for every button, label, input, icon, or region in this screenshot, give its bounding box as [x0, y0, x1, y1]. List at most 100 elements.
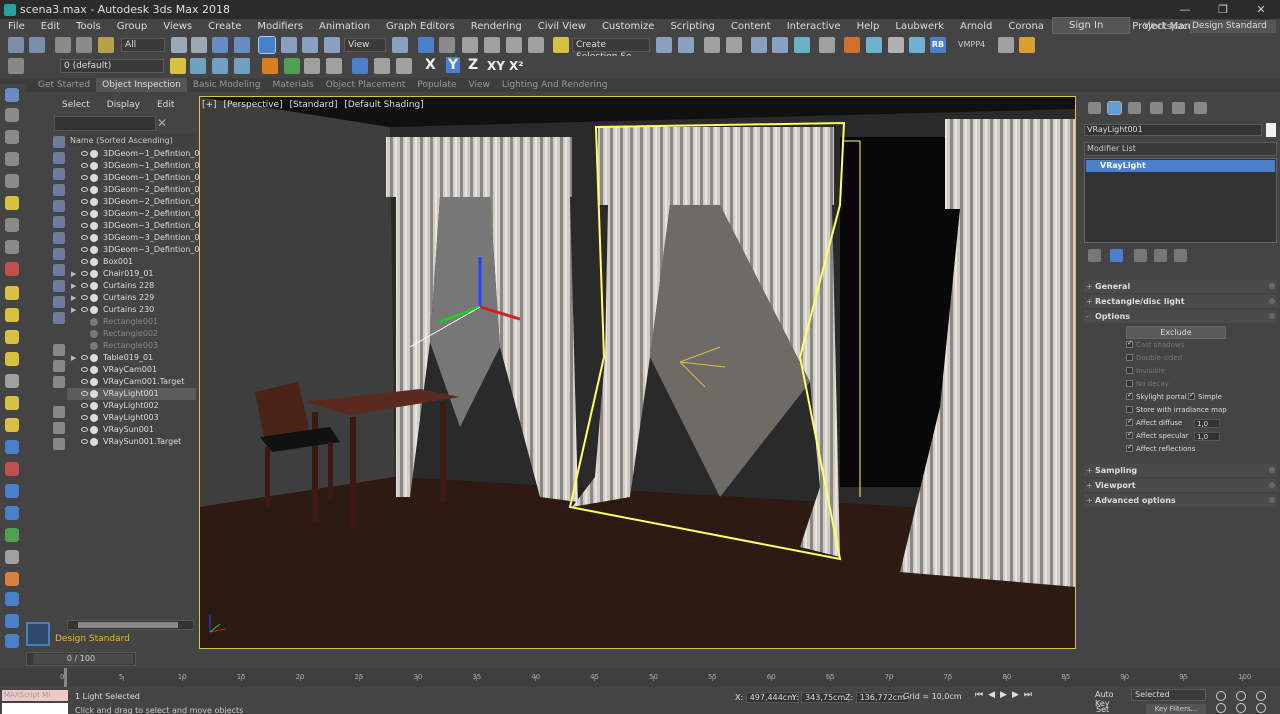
tab-object-inspection[interactable]: Object Inspection — [96, 78, 187, 92]
axis-x-button[interactable]: X — [425, 57, 436, 73]
visibility-eye-icon[interactable] — [81, 271, 88, 276]
display-shapes-icon[interactable] — [53, 152, 65, 164]
visibility-eye-icon[interactable] — [81, 235, 88, 240]
sign-in-button[interactable]: Sign In — [1052, 17, 1130, 34]
sphere-icon[interactable] — [5, 308, 19, 322]
redo-icon[interactable] — [29, 37, 45, 53]
visibility-eye-icon[interactable] — [81, 283, 88, 288]
select-manipulate-icon[interactable] — [418, 37, 434, 53]
invert-display-icon[interactable] — [53, 376, 65, 388]
display-hidden-icon[interactable] — [53, 312, 65, 324]
perspective-viewport[interactable]: [+] [Perspective] [Standard] [Default Sh… — [199, 96, 1076, 649]
display-none-icon[interactable] — [53, 360, 65, 372]
visibility-eye-icon[interactable] — [81, 391, 88, 396]
rollout-sampling[interactable]: Sampling — [1084, 464, 1277, 477]
object-color-swatch[interactable] — [1266, 123, 1276, 137]
menu-customize[interactable]: Customize — [594, 21, 663, 32]
menu-tools[interactable]: Tools — [68, 21, 109, 32]
display-tab-icon[interactable] — [1172, 102, 1185, 114]
tab-basic-modeling[interactable]: Basic Modeling — [187, 78, 267, 92]
menu-graph-editors[interactable]: Graph Editors — [378, 21, 463, 32]
list-item[interactable]: VRayCam001 — [67, 364, 196, 376]
display-all-icon[interactable] — [53, 344, 65, 356]
display-cameras-icon[interactable] — [53, 184, 65, 196]
expand-arrow-icon[interactable]: ▶ — [71, 292, 76, 304]
maximize-viewport-icon[interactable] — [1256, 703, 1266, 713]
menu-views[interactable]: Views — [155, 21, 200, 32]
r-script-icon[interactable] — [352, 58, 368, 74]
mirror-icon[interactable] — [656, 37, 672, 53]
angle-snap-icon[interactable] — [484, 37, 500, 53]
foliage-icon[interactable] — [5, 528, 19, 542]
menu-laubwerk[interactable]: Laubwerk — [887, 21, 952, 32]
explorer-options-icon[interactable] — [53, 438, 65, 450]
affect-specular-spinner[interactable]: 1,0 — [1194, 432, 1220, 441]
selection-filter-dropdown[interactable]: All — [121, 38, 165, 52]
render-setup-icon[interactable] — [844, 37, 860, 53]
tab-view[interactable]: View — [462, 78, 495, 92]
list-item[interactable]: 3DGeom~3_Defintion_003 — [67, 244, 210, 256]
edit-named-selection-icon[interactable] — [553, 37, 569, 53]
expand-arrow-icon[interactable]: ▶ — [71, 280, 76, 292]
visibility-eye-icon[interactable] — [81, 247, 88, 252]
stairs-icon[interactable] — [5, 550, 19, 564]
maxscript-output[interactable] — [2, 703, 68, 714]
list-item[interactable]: Box001 — [67, 256, 196, 268]
menu-file[interactable]: File — [0, 21, 33, 32]
list-item[interactable]: ▶ Curtains 228 — [67, 280, 196, 292]
list-item[interactable]: 3DGeom~2_Defintion_001 — [67, 184, 210, 196]
modify-tab-icon[interactable] — [1107, 101, 1122, 115]
time-slider[interactable]: 0 / 100 — [26, 652, 136, 666]
display-containers-icon[interactable] — [53, 280, 65, 292]
layer-explorer-icon[interactable] — [726, 37, 742, 53]
menu-content[interactable]: Content — [723, 21, 779, 32]
particles-icon[interactable] — [5, 440, 19, 454]
affect-diffuse-checkbox[interactable]: Affect diffuse — [1126, 417, 1182, 427]
expand-arrow-icon[interactable]: ▶ — [71, 268, 76, 280]
visibility-eye-icon[interactable] — [81, 163, 88, 168]
menu-edit[interactable]: Edit — [33, 21, 68, 32]
curve-editor-icon[interactable] — [772, 37, 788, 53]
create-layer-icon[interactable] — [170, 58, 186, 74]
rollout-rectangle-light[interactable]: Rectangle/disc light — [1084, 295, 1277, 308]
display-groups-icon[interactable] — [53, 232, 65, 244]
axis-z-button[interactable]: Z — [468, 57, 478, 73]
skylight-portal-checkbox[interactable]: Skylight portal — [1126, 391, 1187, 401]
lights-icon[interactable] — [5, 130, 19, 144]
display-geometry-icon[interactable] — [53, 136, 65, 148]
select-in-layer-icon[interactable] — [212, 58, 228, 74]
systems-icon[interactable] — [5, 218, 19, 232]
configure-sets-icon[interactable] — [1174, 249, 1187, 262]
menu-civil-view[interactable]: Civil View — [530, 21, 594, 32]
close-button[interactable]: ✕ — [1242, 0, 1280, 19]
bind-space-warp-icon[interactable] — [98, 37, 114, 53]
layer-manager-icon[interactable] — [8, 58, 24, 74]
window-icon[interactable] — [5, 614, 19, 628]
list-item[interactable]: VRaySun001.Target — [67, 436, 196, 448]
list-item[interactable]: Rectangle001 — [67, 316, 196, 328]
tab-get-started[interactable]: Get Started — [32, 78, 96, 92]
tab-populate[interactable]: Populate — [411, 78, 462, 92]
remove-modifier-icon[interactable] — [1154, 249, 1167, 262]
visibility-eye-icon[interactable] — [81, 259, 88, 264]
display-frozen-icon[interactable] — [53, 296, 65, 308]
tab-edit[interactable]: Edit — [146, 100, 180, 110]
store-irradiance-checkbox[interactable]: Store with irradiance map — [1126, 406, 1227, 414]
keyboard-shortcut-icon[interactable] — [439, 37, 455, 53]
tab-select[interactable]: Select — [51, 100, 96, 110]
go-to-end-icon[interactable]: ⏭ — [1024, 690, 1032, 704]
list-item[interactable]: ▶ Curtains 230 — [67, 304, 196, 316]
list-item[interactable]: ▶ Table019_01 — [67, 352, 196, 364]
display-helpers-icon[interactable] — [53, 200, 65, 212]
visibility-eye-icon[interactable] — [81, 439, 88, 444]
modifier-list-dropdown[interactable]: Modifier List — [1084, 142, 1277, 156]
menu-rendering[interactable]: Rendering — [463, 21, 530, 32]
rollout-general[interactable]: General — [1084, 280, 1277, 293]
place-icon[interactable] — [324, 37, 340, 53]
shapes-icon[interactable] — [5, 108, 19, 122]
edit-icon[interactable] — [5, 240, 19, 254]
vmpp-button[interactable]: VMPP4 — [958, 37, 985, 53]
grid-icon[interactable] — [326, 58, 342, 74]
link-icon[interactable] — [55, 37, 71, 53]
layer-dropdown[interactable]: 0 (default) — [60, 59, 164, 73]
